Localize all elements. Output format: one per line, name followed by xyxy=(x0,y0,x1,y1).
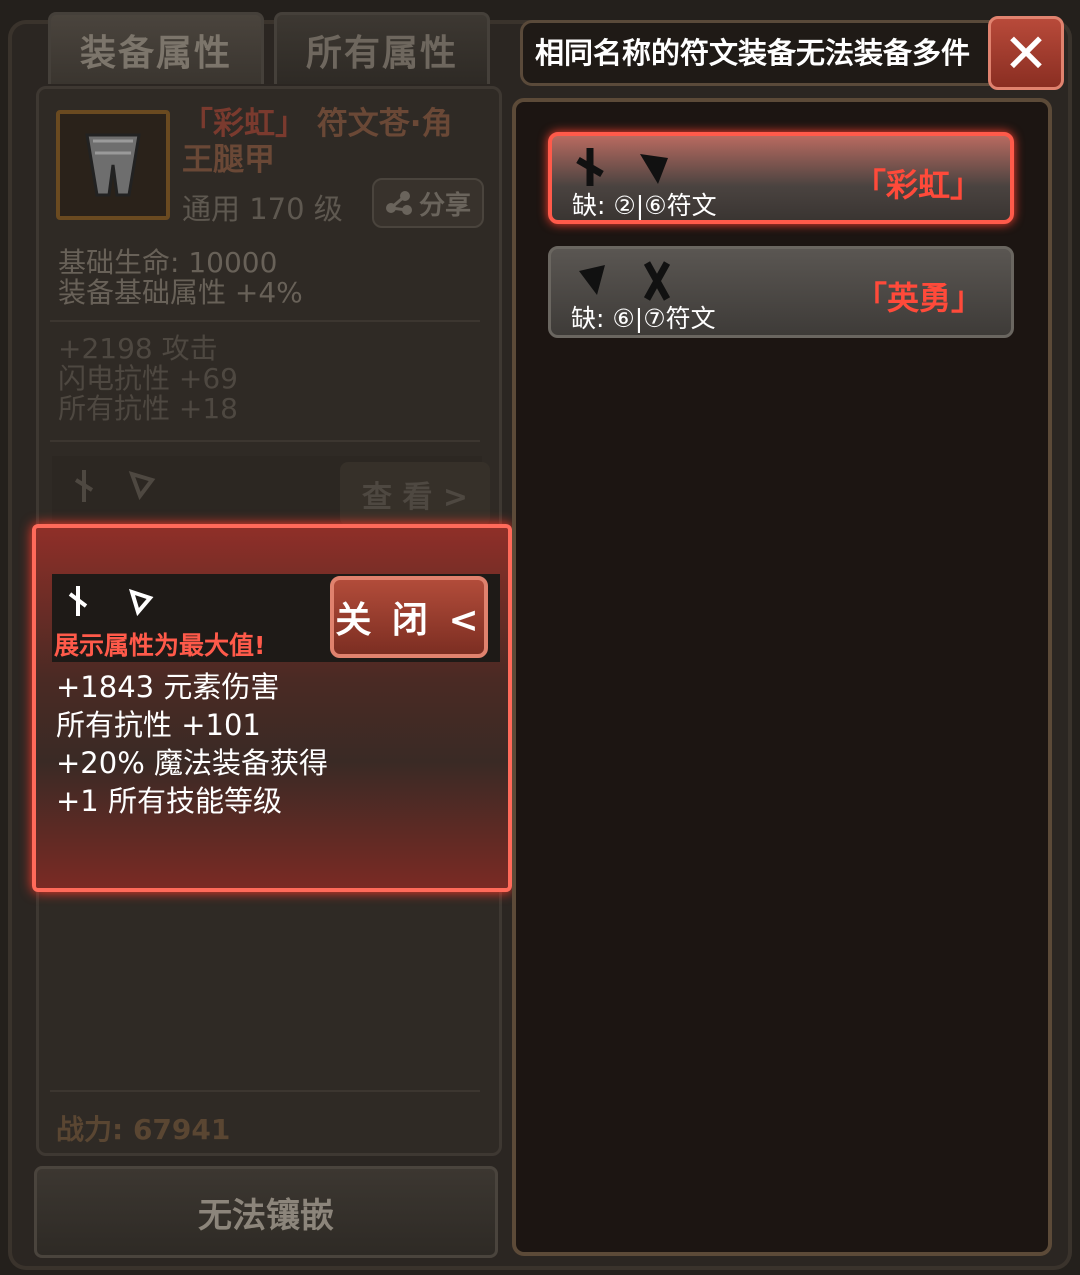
share-icon xyxy=(385,191,412,215)
divider xyxy=(50,320,480,322)
runeword-name: 「彩虹」 xyxy=(853,166,982,204)
extra-stat-line: +2198 攻击 xyxy=(58,332,218,365)
combat-power: 战力: 67941 xyxy=(56,1113,231,1146)
inlay-button[interactable]: 无法镶嵌 xyxy=(34,1166,498,1258)
base-stat-line: 基础生命: 10000 xyxy=(58,246,278,279)
tab-all-attributes[interactable]: 所有属性 xyxy=(274,12,490,84)
base-stats: 基础生命: 10000 装备基础属性 +4% xyxy=(58,248,303,308)
divider xyxy=(50,440,480,442)
view-button[interactable]: 查 看 > xyxy=(340,462,490,526)
divider xyxy=(50,1090,480,1092)
right-title: 相同名称的符文装备无法装备多件 xyxy=(535,36,971,70)
popup-stat-line: +20% 魔法装备获得 xyxy=(56,746,328,780)
item-name: 「彩虹」 符文苍·角王腿甲 xyxy=(182,106,482,178)
rune-icons xyxy=(74,470,156,502)
runeword-name: 「英勇」 xyxy=(854,279,983,317)
item-level: 通用 170 级 xyxy=(182,192,343,226)
tab-equip-attributes[interactable]: 装备属性 xyxy=(48,12,264,84)
popup-stat-line: 所有抗性 +101 xyxy=(56,708,261,742)
rune-icons xyxy=(579,261,671,301)
share-label: 分享 xyxy=(418,190,471,221)
max-value-warning: 展示属性为最大值! xyxy=(54,631,266,660)
extra-stats: +2198 攻击 闪电抗性 +69 所有抗性 +18 xyxy=(58,334,238,424)
extra-stat-line: 闪电抗性 +69 xyxy=(58,362,238,395)
rune-icons xyxy=(576,148,668,186)
rune-icons xyxy=(68,586,154,617)
share-button[interactable]: 分享 xyxy=(372,178,484,228)
runeword-card-brave[interactable]: 缺: ⑥|⑦符文 「英勇」 xyxy=(548,246,1014,338)
leg-armor-icon xyxy=(85,133,141,197)
popup-stat-line: +1843 元素伤害 xyxy=(56,670,280,704)
missing-runes: 缺: ⑥|⑦符文 xyxy=(571,304,716,333)
runeword-card-rainbow[interactable]: 缺: ②|⑥符文 「彩虹」 xyxy=(548,132,1014,224)
close-popup-button[interactable]: 关 闭 < xyxy=(330,576,488,658)
popup-stats: +1843 元素伤害 所有抗性 +101 +20% 魔法装备获得 +1 所有技能… xyxy=(56,668,328,820)
popup-stat-line: +1 所有技能等级 xyxy=(56,784,282,818)
close-icon[interactable]: ✕ xyxy=(988,16,1064,90)
missing-runes: 缺: ②|⑥符文 xyxy=(572,191,717,220)
base-stat-line: 装备基础属性 +4% xyxy=(58,276,303,309)
extra-stat-line: 所有抗性 +18 xyxy=(58,392,238,425)
item-icon xyxy=(56,110,170,220)
item-name-quote: 「彩虹」 xyxy=(182,106,306,142)
